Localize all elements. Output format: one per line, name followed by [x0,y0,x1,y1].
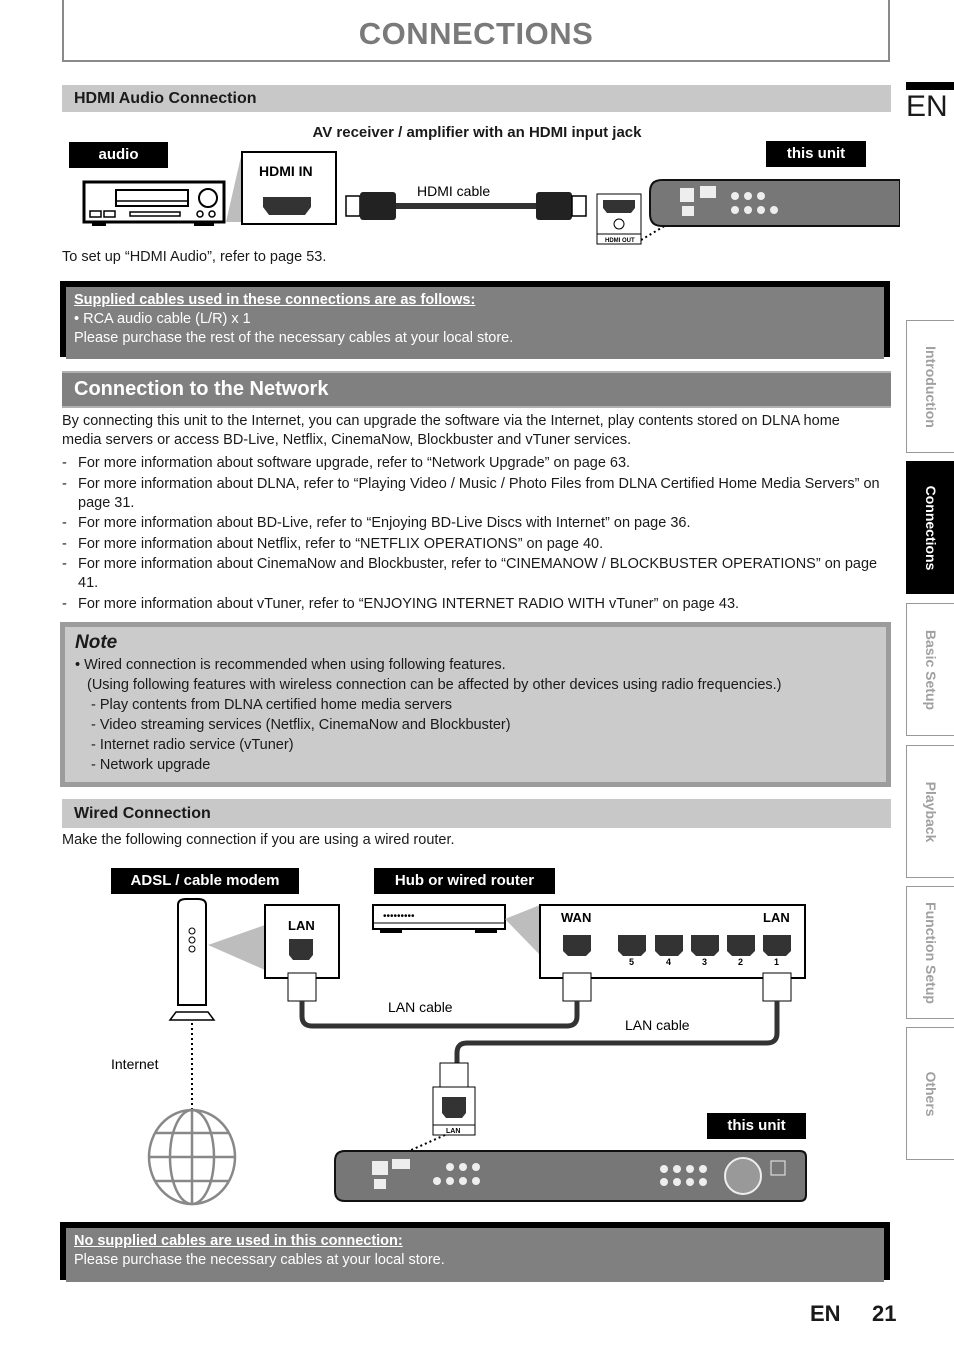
hdmi-cable-label: HDMI cable [417,183,490,199]
sidebar-tab-function-setup[interactable]: Function Setup [906,886,954,1019]
svg-text:•••••••••: ••••••••• [383,911,415,922]
port-number: 5 [629,957,634,967]
note-box: Note • Wired connection is recommended w… [60,622,891,787]
globe-icon [147,1108,237,1206]
list-item: For more information about DLNA, refer t… [62,475,882,513]
note-item: - Video streaming services (Netflix, Cin… [91,717,511,733]
tab-label: Introduction [922,345,939,428]
network-section-heading: Connection to the Network [62,371,891,408]
network-intro: By connecting this unit to the Internet,… [62,413,840,448]
sidebar-tab-playback[interactable]: Playback [906,745,954,878]
note-item: - Play contents from DLNA certified home… [91,697,453,713]
list-item: For more information about vTuner, refer… [62,595,882,614]
note-item: - Internet radio service (vTuner) [91,737,294,753]
modem-label: ADSL / cable modem [111,868,299,894]
no-supplied-cables-box: No supplied cables are used in this conn… [60,1222,890,1282]
page-title: CONNECTIONS [358,16,594,51]
hdmi-diagram-caption: AV receiver / amplifier with an HDMI inp… [312,124,642,141]
supplied-cables-box: Supplied cables used in these connection… [60,281,890,359]
list-item: For more information about CinemaNow and… [62,555,882,593]
ethernet-port-icon [289,939,313,960]
note-line: (Using following features with wireless … [87,677,782,693]
tab-label: Others [922,1070,939,1117]
list-item: For more information about BD-Live, refe… [62,514,882,533]
page-title-box: CONNECTIONS [62,0,890,62]
wired-intro: Make the following connection if you are… [62,832,455,848]
port-number: 2 [738,957,743,967]
port-number: 1 [774,957,779,967]
list-item: For more information about software upgr… [62,454,882,473]
sidebar-tab-others[interactable]: Others [906,1027,954,1160]
tab-label: Basic Setup [922,629,939,710]
router-label: Hub or wired router [374,868,555,894]
router-icon: ••••••••• [372,904,506,933]
hdmi-setup-note: To set up “HDMI Audio”, refer to page 53… [62,249,327,265]
footer-lang: EN [810,1301,841,1326]
router-wan-label: WAN [561,910,591,925]
bd-player-rear-icon [649,179,900,227]
modem-lan-label: LAN [288,918,315,933]
lan-cable-2 [454,1001,780,1063]
port-number: 4 [666,957,671,967]
no-supplied-heading: No supplied cables are used in this conn… [74,1233,403,1249]
note-heading: Note [75,632,118,653]
lan-cable-label-1: LAN cable [388,999,453,1015]
sidebar-tab-basic-setup[interactable]: Basic Setup [906,603,954,736]
tab-label: Playback [922,781,939,842]
no-supplied-footer: Please purchase the necessary cables at … [74,1252,445,1268]
port-number: 3 [702,957,707,967]
unit-lan-label: LAN [446,1128,460,1135]
note-item: - Network upgrade [91,757,211,773]
note-line: • Wired connection is recommended when u… [75,657,506,673]
supplied-cables-footer: Please purchase the rest of the necessar… [74,330,514,346]
list-item: For more information about Netflix, refe… [62,535,882,554]
hdmi-section-heading: HDMI Audio Connection [62,85,891,112]
wired-section-heading: Wired Connection [62,799,891,828]
hdmi-in-label: HDMI IN [259,163,313,179]
sidebar-tab-introduction[interactable]: Introduction [906,320,954,453]
tab-label: Connections [922,485,939,570]
sidebar-tab-connections[interactable]: Connections [906,461,954,594]
tab-label: Function Setup [922,901,939,1004]
av-receiver-icon [82,180,226,226]
bd-player-rear-icon-2 [334,1150,807,1202]
page-number: 21 [872,1301,897,1326]
wired-diagram: LAN ••••••••• WAN LAN 5 4 3 2 1 LAN cabl… [111,898,807,1206]
modem-icon [168,898,216,1021]
internet-label: Internet [111,1056,159,1072]
hdmi-diagram: HDMI IN HDMI cable HDMI OUT [82,151,900,245]
fan-icon [724,1157,762,1195]
network-info-list: For more information about software upgr… [62,454,882,615]
supplied-cables-item: • RCA audio cable (L/R) x 1 [74,311,251,327]
lang-badge-bar [906,82,954,90]
hdmi-out-label: HDMI OUT [605,238,635,244]
lang-badge: EN [906,90,948,123]
lan-cable-label-2: LAN cable [625,1017,690,1033]
supplied-cables-heading: Supplied cables used in these connection… [74,292,476,308]
router-lan-label: LAN [763,910,790,925]
hdmi-port-icon [263,197,311,215]
